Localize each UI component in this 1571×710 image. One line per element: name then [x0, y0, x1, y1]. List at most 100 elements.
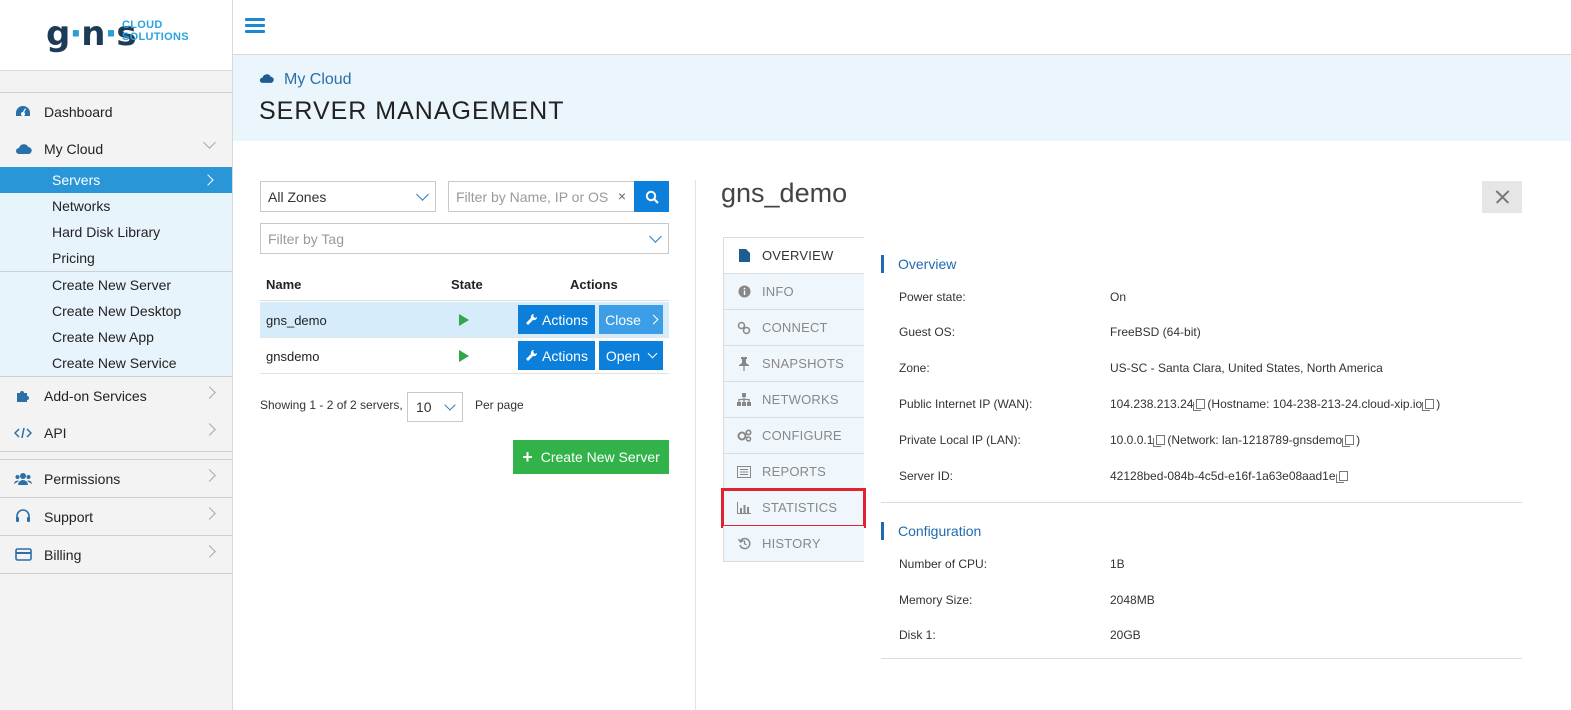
running-state-icon: [459, 314, 469, 326]
wrench-icon: [526, 349, 538, 361]
chevron-right-icon: [203, 469, 216, 482]
column-header-name: Name: [266, 277, 302, 292]
chevron-right-icon: [202, 174, 214, 186]
sidebar-item-permissions[interactable]: Permissions: [0, 460, 232, 497]
sidebar-item-create-new-service[interactable]: Create New Service: [0, 350, 232, 376]
tab-statistics[interactable]: STATISTICS: [721, 488, 866, 528]
sidebar-item-servers[interactable]: Servers: [0, 167, 232, 193]
actions-button[interactable]: Actions: [518, 305, 595, 334]
wrench-icon: [526, 313, 538, 325]
tab-reports[interactable]: REPORTS: [723, 454, 864, 490]
public-ip-label: Public Internet IP (WAN):: [899, 397, 1033, 411]
tab-history[interactable]: HISTORY: [723, 526, 864, 562]
gears-icon: [736, 429, 752, 442]
sidebar-item-label: Dashboard: [44, 103, 113, 120]
close-detail-button[interactable]: [1482, 181, 1522, 213]
sidebar: g·n·s CLOUD SOLUTIONS Dashboard My Cloud: [0, 0, 233, 710]
memory-label: Memory Size:: [899, 593, 973, 607]
chevron-down-icon: [203, 136, 216, 149]
sidebar-item-dashboard[interactable]: Dashboard: [0, 93, 232, 130]
sidebar-item-create-new-app[interactable]: Create New App: [0, 324, 232, 350]
sidebar-item-label: API: [44, 424, 67, 441]
clear-icon[interactable]: ×: [618, 188, 626, 204]
sidebar-item-label: Permissions: [44, 470, 121, 487]
page-header: My Cloud SERVER MANAGEMENT: [233, 55, 1571, 141]
tab-configure[interactable]: CONFIGURE: [723, 418, 864, 454]
chevron-down-icon: [444, 399, 456, 411]
headset-icon: [14, 509, 32, 525]
open-toggle-button[interactable]: Open: [599, 341, 663, 370]
info-icon: [736, 285, 752, 298]
sidebar-item-create-new-server[interactable]: Create New Server: [0, 272, 232, 298]
bar-chart-icon: [736, 501, 752, 514]
public-ip-value: 104.238.213.24 (Hostname: 104-238-213-24…: [1110, 397, 1441, 411]
code-icon: [14, 425, 32, 441]
tab-overview[interactable]: OVERVIEW: [723, 238, 864, 274]
pagination-summary: Showing 1 - 2 of 2 servers,: [260, 398, 403, 412]
tab-connect[interactable]: CONNECT: [723, 310, 864, 346]
search-button[interactable]: [634, 181, 669, 212]
disk-value: 20GB: [1110, 628, 1141, 642]
history-icon: [736, 537, 752, 550]
copy-icon[interactable]: [1193, 399, 1206, 411]
server-id-label: Server ID:: [899, 469, 954, 483]
puzzle-icon: [14, 388, 32, 404]
app-window: g·n·s CLOUD SOLUTIONS Dashboard My Cloud: [0, 0, 1571, 710]
tab-info[interactable]: INFO: [723, 274, 864, 310]
private-ip-label: Private Local IP (LAN):: [899, 433, 1021, 447]
tag-filter-select[interactable]: Filter by Tag: [260, 223, 669, 254]
copy-icon[interactable]: [1153, 435, 1166, 447]
tab-networks[interactable]: NETWORKS: [723, 382, 864, 418]
chevron-right-icon: [203, 386, 216, 399]
breadcrumb[interactable]: My Cloud: [259, 71, 352, 89]
zone-select[interactable]: All Zones: [260, 181, 436, 212]
chevron-right-icon: [648, 314, 659, 325]
power-state-label: Power state:: [899, 290, 966, 304]
chevron-down-icon: [649, 230, 662, 243]
guest-os-label: Guest OS:: [899, 325, 956, 339]
tab-snapshots[interactable]: SNAPSHOTS: [723, 346, 864, 382]
copy-icon[interactable]: [1335, 471, 1348, 483]
memory-value: 2048MB: [1110, 593, 1155, 607]
mycloud-submenu: Servers Networks Hard Disk Library Prici…: [0, 167, 232, 376]
sidebar-item-create-new-desktop[interactable]: Create New Desktop: [0, 298, 232, 324]
sidebar-item-networks[interactable]: Networks: [0, 193, 232, 219]
page-title: SERVER MANAGEMENT: [259, 97, 565, 125]
breadcrumb-label: My Cloud: [284, 71, 352, 88]
column-header-actions: Actions: [570, 277, 618, 292]
sidebar-item-pricing[interactable]: Pricing: [0, 245, 232, 271]
credit-card-icon: [14, 547, 32, 563]
table-row[interactable]: gnsdemo Actions Open: [260, 338, 669, 374]
sidebar-item-label: Support: [44, 508, 94, 525]
hamburger-menu-icon[interactable]: [245, 18, 265, 34]
server-id-value: 42128bed-084b-4c5d-e16f-1a63e08aad1e: [1110, 469, 1350, 483]
cloud-icon: [259, 71, 274, 89]
close-toggle-button[interactable]: Close: [599, 305, 663, 334]
logo[interactable]: g·n·s CLOUD SOLUTIONS: [0, 0, 232, 71]
pin-icon: [736, 356, 752, 371]
chevron-right-icon: [203, 545, 216, 558]
sidebar-item-api[interactable]: API: [0, 414, 232, 451]
sidebar-item-hard-disk-library[interactable]: Hard Disk Library: [0, 219, 232, 245]
sidebar-item-support[interactable]: Support: [0, 498, 232, 535]
cpu-value: 1B: [1110, 557, 1125, 571]
actions-button[interactable]: Actions: [518, 341, 595, 370]
document-icon: [736, 249, 752, 262]
copy-icon[interactable]: [1342, 435, 1355, 447]
disk-label: Disk 1:: [899, 628, 936, 642]
sidebar-item-add-on-services[interactable]: Add-on Services: [0, 377, 232, 414]
zone-value: US-SC - Santa Clara, United States, Nort…: [1110, 361, 1383, 375]
create-new-server-button[interactable]: + Create New Server: [513, 440, 669, 474]
sidebar-item-billing[interactable]: Billing: [0, 536, 232, 573]
per-page-select[interactable]: 10: [407, 392, 463, 422]
guest-os-value: FreeBSD (64-bit): [1110, 325, 1201, 339]
sidebar-item-my-cloud[interactable]: My Cloud: [0, 130, 232, 167]
server-detail-title: gns_demo: [721, 178, 848, 208]
running-state-icon: [459, 350, 469, 362]
configuration-heading: Configuration: [881, 522, 981, 540]
server-name: gnsdemo: [266, 349, 320, 364]
search-input[interactable]: Filter by Name, IP or OS ×: [448, 181, 634, 212]
search-icon: [645, 190, 659, 204]
table-row[interactable]: gns_demo Actions Close: [260, 302, 669, 338]
copy-icon[interactable]: [1422, 399, 1435, 411]
